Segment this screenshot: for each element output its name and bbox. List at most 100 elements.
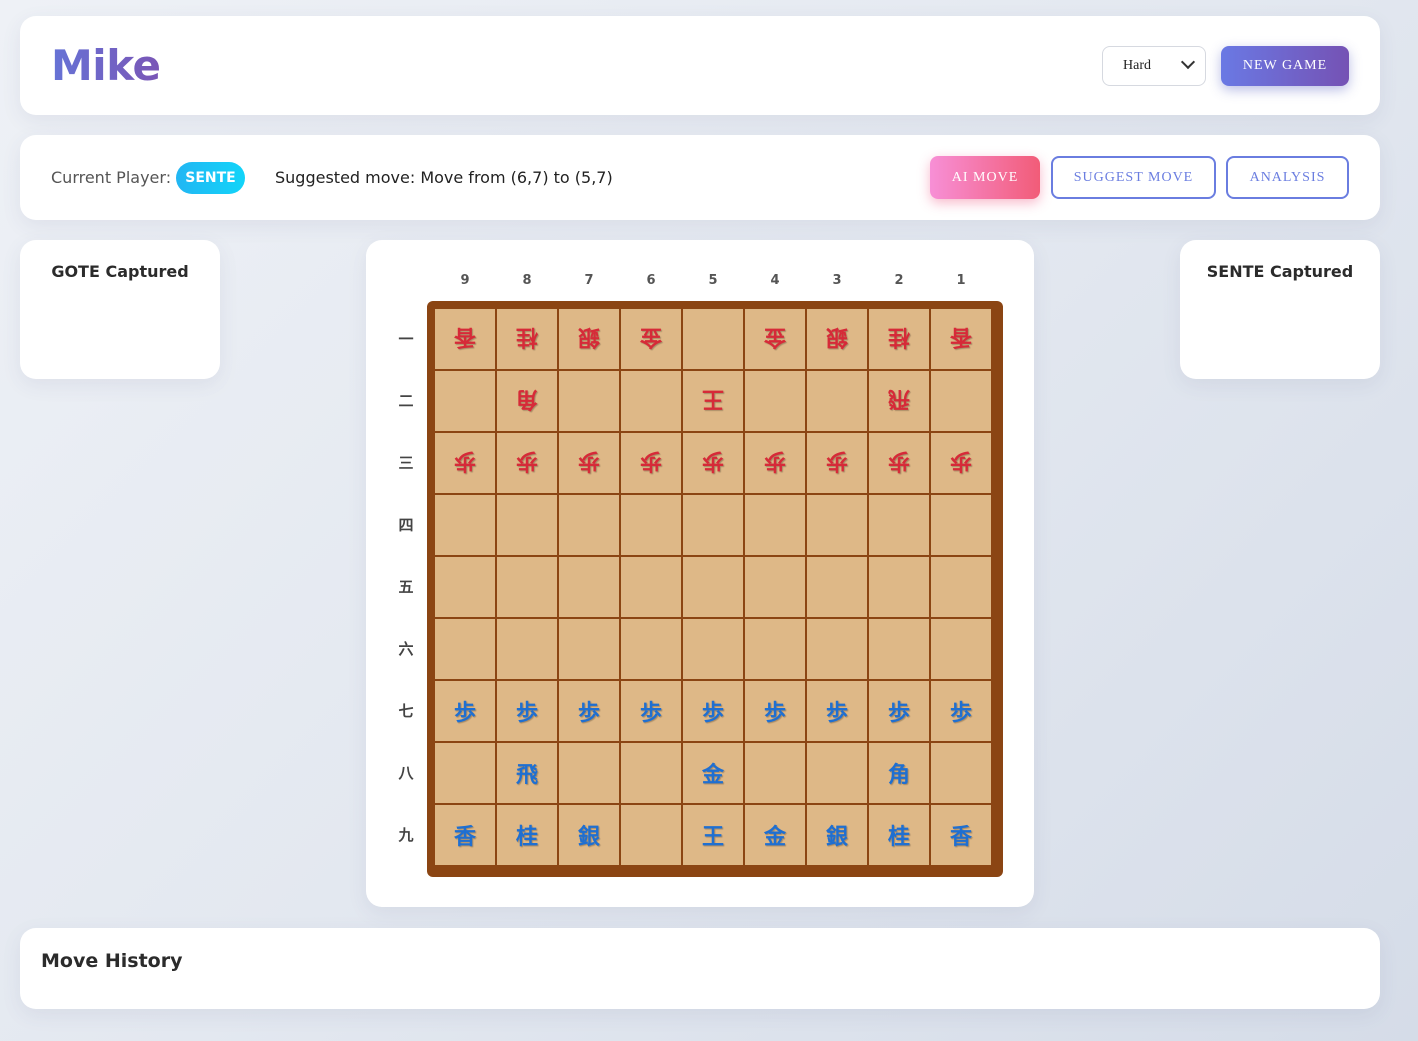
board-square[interactable]: 歩 (559, 433, 619, 493)
sente-piece[interactable]: 歩 (702, 695, 724, 727)
board-square[interactable]: 銀 (807, 805, 867, 865)
board-square[interactable] (497, 557, 557, 617)
board-square[interactable] (683, 309, 743, 369)
board-square[interactable]: 飛 (497, 743, 557, 803)
gote-piece[interactable]: 角 (516, 385, 538, 417)
board-square[interactable]: 角 (497, 371, 557, 431)
board-square[interactable] (621, 557, 681, 617)
gote-piece[interactable]: 王 (702, 385, 724, 417)
board-square[interactable]: 歩 (435, 433, 495, 493)
board-square[interactable] (869, 557, 929, 617)
board-square[interactable] (683, 619, 743, 679)
board-square[interactable]: 歩 (621, 681, 681, 741)
gote-piece[interactable]: 銀 (826, 323, 848, 355)
board-square[interactable]: 歩 (497, 681, 557, 741)
board-square[interactable] (435, 495, 495, 555)
board-square[interactable]: 金 (683, 743, 743, 803)
board-square[interactable]: 歩 (745, 433, 805, 493)
gote-piece[interactable]: 香 (950, 323, 972, 355)
board-square[interactable]: 銀 (559, 805, 619, 865)
board-square[interactable]: 桂 (497, 805, 557, 865)
board-square[interactable] (745, 371, 805, 431)
sente-piece[interactable]: 桂 (888, 819, 910, 851)
sente-piece[interactable]: 歩 (454, 695, 476, 727)
board-square[interactable]: 歩 (497, 433, 557, 493)
board-square[interactable] (745, 557, 805, 617)
sente-piece[interactable]: 金 (764, 819, 786, 851)
gote-piece[interactable]: 歩 (516, 447, 538, 479)
board-square[interactable]: 歩 (559, 681, 619, 741)
board-square[interactable]: 歩 (683, 433, 743, 493)
board-square[interactable]: 香 (931, 309, 991, 369)
board-square[interactable]: 歩 (931, 433, 991, 493)
board-square[interactable]: 香 (435, 309, 495, 369)
board-square[interactable] (931, 557, 991, 617)
board-square[interactable] (807, 619, 867, 679)
sente-piece[interactable]: 歩 (516, 695, 538, 727)
board-square[interactable]: 香 (435, 805, 495, 865)
board-square[interactable]: 歩 (683, 681, 743, 741)
board-square[interactable]: 王 (683, 371, 743, 431)
sente-piece[interactable]: 歩 (578, 695, 600, 727)
gote-piece[interactable]: 飛 (888, 385, 910, 417)
sente-piece[interactable]: 香 (950, 819, 972, 851)
board-square[interactable]: 王 (683, 805, 743, 865)
board-square[interactable] (869, 619, 929, 679)
ai-move-button[interactable]: AI MOVE (930, 156, 1040, 199)
board-square[interactable] (559, 619, 619, 679)
board-square[interactable]: 桂 (497, 309, 557, 369)
board-square[interactable]: 歩 (807, 681, 867, 741)
board-square[interactable] (435, 371, 495, 431)
board-square[interactable] (435, 619, 495, 679)
board-square[interactable] (621, 743, 681, 803)
board-square[interactable] (621, 495, 681, 555)
board-square[interactable] (869, 495, 929, 555)
sente-piece[interactable]: 角 (888, 757, 910, 789)
board-square[interactable] (621, 619, 681, 679)
board-square[interactable]: 歩 (869, 681, 929, 741)
board-square[interactable] (621, 805, 681, 865)
gote-piece[interactable]: 歩 (640, 447, 662, 479)
board-square[interactable] (497, 495, 557, 555)
sente-piece[interactable]: 銀 (826, 819, 848, 851)
board-square[interactable] (807, 557, 867, 617)
sente-piece[interactable]: 飛 (516, 757, 538, 789)
board-square[interactable] (807, 495, 867, 555)
board-square[interactable]: 桂 (869, 309, 929, 369)
gote-piece[interactable]: 桂 (888, 323, 910, 355)
board-square[interactable]: 香 (931, 805, 991, 865)
board-square[interactable]: 銀 (807, 309, 867, 369)
gote-piece[interactable]: 歩 (454, 447, 476, 479)
sente-piece[interactable]: 歩 (764, 695, 786, 727)
sente-piece[interactable]: 香 (454, 819, 476, 851)
board-square[interactable]: 金 (621, 309, 681, 369)
board-square[interactable] (559, 371, 619, 431)
sente-piece[interactable]: 銀 (578, 819, 600, 851)
gote-piece[interactable]: 歩 (826, 447, 848, 479)
board-square[interactable] (435, 743, 495, 803)
analysis-button[interactable]: ANALYSIS (1226, 156, 1349, 199)
shogi-board[interactable]: 香桂銀金金銀桂香角王飛歩歩歩歩歩歩歩歩歩歩歩歩歩歩歩歩歩歩飛金角香桂銀王金銀桂香 (427, 301, 1003, 877)
board-square[interactable]: 金 (745, 309, 805, 369)
board-square[interactable]: 歩 (931, 681, 991, 741)
gote-piece[interactable]: 桂 (516, 323, 538, 355)
board-square[interactable] (931, 371, 991, 431)
gote-piece[interactable]: 香 (454, 323, 476, 355)
board-square[interactable] (435, 557, 495, 617)
board-square[interactable] (683, 495, 743, 555)
board-square[interactable]: 角 (869, 743, 929, 803)
board-square[interactable]: 歩 (621, 433, 681, 493)
board-square[interactable]: 歩 (435, 681, 495, 741)
gote-piece[interactable]: 金 (764, 323, 786, 355)
board-square[interactable]: 歩 (869, 433, 929, 493)
board-square[interactable] (745, 495, 805, 555)
board-square[interactable] (931, 619, 991, 679)
gote-piece[interactable]: 歩 (702, 447, 724, 479)
gote-piece[interactable]: 歩 (764, 447, 786, 479)
board-square[interactable]: 歩 (745, 681, 805, 741)
board-square[interactable] (621, 371, 681, 431)
sente-piece[interactable]: 歩 (640, 695, 662, 727)
board-square[interactable] (559, 495, 619, 555)
board-square[interactable] (559, 557, 619, 617)
gote-piece[interactable]: 歩 (888, 447, 910, 479)
